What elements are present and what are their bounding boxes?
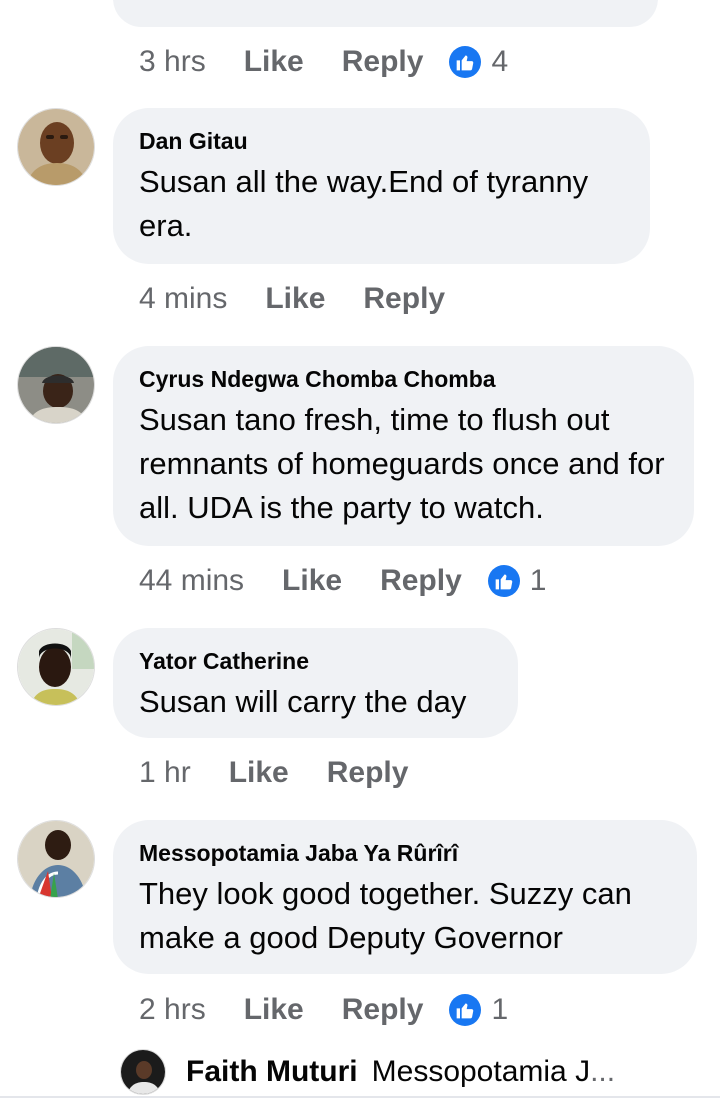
- thumbs-up-icon: [487, 565, 520, 597]
- reply-ellipsis: ...: [590, 1055, 616, 1088]
- comment-text: They look good together. Suzzy can make …: [139, 876, 632, 955]
- previous-comment-bubble[interactable]: [113, 0, 658, 27]
- thumbs-up-icon: [449, 994, 482, 1026]
- comment-time[interactable]: 3 hrs: [139, 45, 206, 79]
- comment-actions: 1 hr Like Reply: [139, 753, 446, 793]
- previous-comment-actions: 3 hrs Like Reply 4: [139, 42, 508, 82]
- reply-button[interactable]: Reply: [342, 993, 424, 1027]
- reply-button[interactable]: Reply: [327, 756, 409, 790]
- comment-bubble[interactable]: Yator Catherine Susan will carry the day: [113, 628, 518, 738]
- thumbs-up-icon: [449, 46, 482, 78]
- avatar[interactable]: [17, 628, 95, 706]
- reply-button[interactable]: Reply: [342, 45, 424, 79]
- like-button[interactable]: Like: [282, 564, 342, 598]
- like-button[interactable]: Like: [244, 45, 304, 79]
- avatar[interactable]: [17, 108, 95, 186]
- comment-text: Susan tano fresh, time to flush out remn…: [139, 402, 665, 525]
- reply-preview[interactable]: Faith Muturi Messopotamia J...: [120, 1046, 615, 1098]
- reaction-count: 4: [491, 45, 509, 78]
- reaction-count: 1: [529, 564, 547, 597]
- comment-author[interactable]: Cyrus Ndegwa Chomba Chomba: [139, 364, 668, 394]
- comments-thread: 3 hrs Like Reply 4 Dan Gitau Susan all t…: [0, 0, 720, 1102]
- comment-author[interactable]: Dan Gitau: [139, 126, 624, 156]
- comment-time[interactable]: 44 mins: [139, 564, 244, 598]
- comment-bubble[interactable]: Dan Gitau Susan all the way.End of tyran…: [113, 108, 650, 264]
- reaction-count: 1: [491, 993, 509, 1026]
- comment-text: Susan all the way.End of tyranny era.: [139, 164, 589, 243]
- divider: [0, 1096, 720, 1098]
- like-button[interactable]: Like: [229, 756, 289, 790]
- comment-actions: 4 mins Like Reply: [139, 279, 483, 319]
- comment-bubble[interactable]: Cyrus Ndegwa Chomba Chomba Susan tano fr…: [113, 346, 694, 546]
- avatar[interactable]: [120, 1049, 166, 1095]
- comment-bubble[interactable]: Messopotamia Jaba Ya Rûrîrî They look go…: [113, 820, 697, 974]
- comment-author[interactable]: Yator Catherine: [139, 646, 492, 676]
- comment-time[interactable]: 1 hr: [139, 756, 191, 790]
- reply-button[interactable]: Reply: [363, 282, 445, 316]
- comment-time[interactable]: 2 hrs: [139, 993, 206, 1027]
- avatar[interactable]: [17, 346, 95, 424]
- reply-text: Messopotamia J: [371, 1055, 591, 1088]
- reply-button[interactable]: Reply: [380, 564, 462, 598]
- reaction-summary[interactable]: 4: [449, 45, 508, 79]
- comment-actions: 2 hrs Like Reply 1: [139, 990, 508, 1030]
- like-button[interactable]: Like: [244, 993, 304, 1027]
- reaction-summary[interactable]: 1: [487, 564, 547, 598]
- like-button[interactable]: Like: [265, 282, 325, 316]
- comment-actions: 44 mins Like Reply 1: [139, 561, 546, 601]
- reply-author[interactable]: Faith Muturi: [186, 1055, 358, 1089]
- reaction-summary[interactable]: 1: [449, 993, 508, 1027]
- comment-author[interactable]: Messopotamia Jaba Ya Rûrîrî: [139, 838, 671, 868]
- comment-time[interactable]: 4 mins: [139, 282, 227, 316]
- comment-text: Susan will carry the day: [139, 684, 467, 719]
- avatar[interactable]: [17, 820, 95, 898]
